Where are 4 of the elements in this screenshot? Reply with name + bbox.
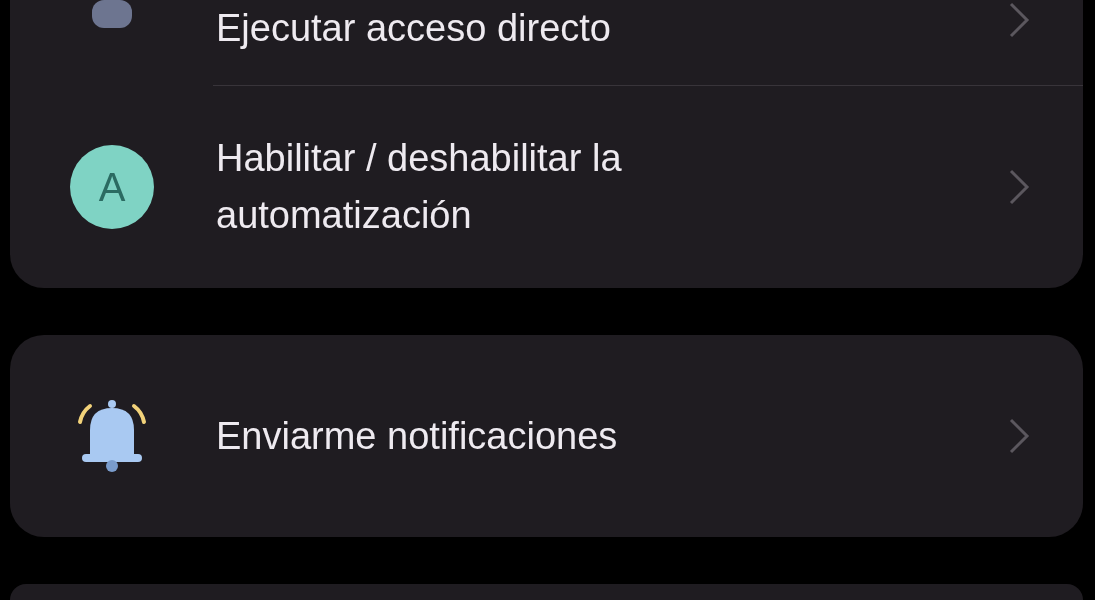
letter-avatar: A — [70, 145, 154, 229]
menu-item-label[interactable]: Enviarme notificaciones — [216, 407, 836, 465]
menu-item-label[interactable]: Habilitar / deshabilitar la automatización — [216, 130, 836, 244]
menu-item-label[interactable]: Ejecutar acceso directo — [216, 0, 836, 57]
